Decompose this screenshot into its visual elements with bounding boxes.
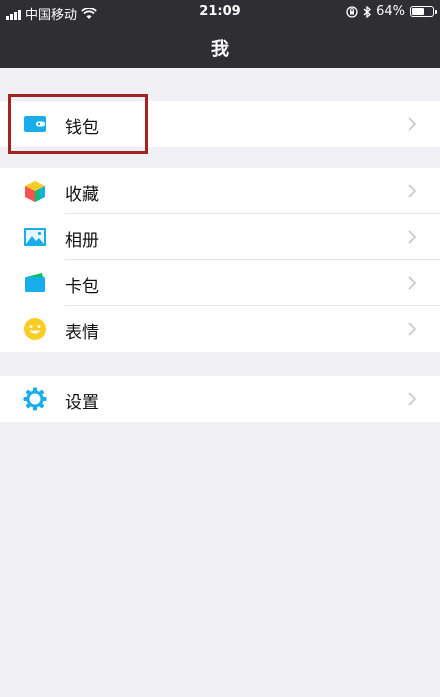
features-group: 收藏 相册 卡包 表情: [0, 168, 440, 352]
menu-item-label: 设置: [65, 393, 99, 413]
menu-item-settings[interactable]: 设置: [0, 376, 440, 422]
battery-percent: 64%: [376, 4, 405, 19]
menu-item-label: 卡包: [65, 277, 99, 297]
orientation-lock-icon: [346, 5, 358, 18]
settings-group: 设置: [0, 376, 440, 422]
chevron-right-icon: [408, 230, 417, 244]
navigation-bar: 我: [0, 24, 440, 68]
gear-icon: [23, 387, 47, 411]
bluetooth-icon: [363, 5, 372, 18]
chevron-right-icon: [408, 392, 417, 406]
chevron-right-icon: [408, 276, 417, 290]
menu-item-label: 相册: [65, 231, 99, 251]
menu-item-label: 表情: [65, 323, 99, 343]
chevron-right-icon: [408, 322, 417, 336]
status-right: 64%: [346, 4, 437, 19]
cube-icon: [25, 181, 45, 202]
battery-icon: [410, 6, 437, 17]
chevron-right-icon: [408, 117, 417, 131]
menu-item-label: 收藏: [65, 185, 99, 205]
smiley-icon: [24, 318, 46, 340]
status-bar: 中国移动 21:09 64%: [0, 0, 440, 24]
highlight-annotation: [8, 94, 148, 154]
page-title: 我: [211, 39, 229, 60]
chevron-right-icon: [408, 184, 417, 198]
menu-item-album[interactable]: 相册: [0, 214, 440, 260]
menu-item-stickers[interactable]: 表情: [0, 306, 440, 352]
card-icon: [25, 273, 45, 292]
menu-item-cards[interactable]: 卡包: [0, 260, 440, 306]
photo-icon: [24, 228, 46, 246]
battery-level: [412, 8, 425, 15]
menu-item-favorites[interactable]: 收藏: [0, 168, 440, 214]
